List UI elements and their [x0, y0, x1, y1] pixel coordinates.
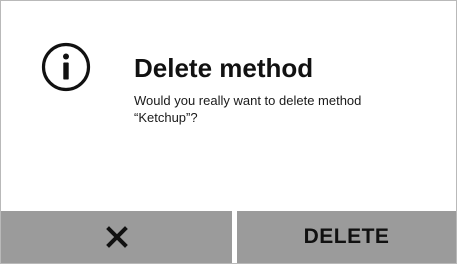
delete-method-dialog: Delete method Would you really want to d…	[0, 0, 457, 264]
close-icon	[105, 226, 128, 248]
dialog-button-bar: DELETE	[1, 211, 456, 263]
info-icon	[41, 42, 91, 92]
delete-button[interactable]: DELETE	[237, 211, 456, 263]
dialog-title: Delete method	[134, 53, 314, 83]
dialog-message-line: Would you really want to delete method	[134, 93, 362, 108]
dialog-message: Would you really want to delete method “…	[134, 92, 434, 126]
dialog-message-line: “Ketchup”?	[134, 110, 198, 125]
delete-button-label: DELETE	[303, 225, 390, 248]
cancel-button[interactable]	[1, 211, 232, 263]
